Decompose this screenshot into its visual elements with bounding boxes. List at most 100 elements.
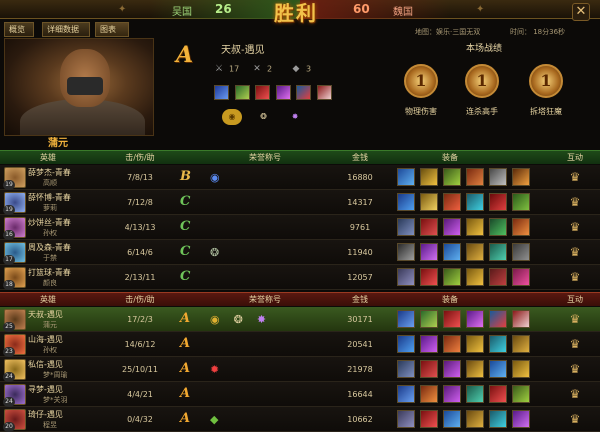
player-kda: 2/13/11 (124, 273, 156, 282)
hero-name: 梦*周瑜 (43, 371, 68, 379)
tab-chart[interactable]: 图表 (95, 22, 129, 37)
item-icon[interactable] (489, 335, 507, 353)
item-icon[interactable] (489, 243, 507, 261)
like-icon[interactable]: ♛ (567, 220, 583, 235)
player-row[interactable]: 24 寻梦-遇见 梦*关羽 4/4/21 A 16644 ♛ (0, 382, 600, 407)
item-icon[interactable] (397, 268, 415, 286)
like-icon[interactable]: ♛ (567, 312, 583, 327)
item-icon[interactable] (234, 85, 250, 100)
item-icon[interactable] (466, 310, 484, 328)
like-icon[interactable]: ♛ (567, 170, 583, 185)
equipment-slots (397, 360, 535, 378)
player-row[interactable]: 25 天叔-遇见 蒲元 17/2/3 A ◉ ❂ ✸ 30171 ♛ (0, 307, 600, 332)
item-icon[interactable] (512, 268, 530, 286)
player-row[interactable]: 17 周及森-青春 于禁 6/14/6 C ❂ 11940 ♛ (0, 240, 600, 265)
item-icon[interactable] (443, 385, 461, 403)
item-icon[interactable] (443, 168, 461, 186)
item-icon[interactable] (420, 193, 438, 211)
item-icon[interactable] (512, 360, 530, 378)
item-icon[interactable] (420, 310, 438, 328)
item-icon[interactable] (316, 85, 332, 100)
item-icon[interactable] (466, 218, 484, 236)
player-row[interactable]: 24 私信-遇见 梦*周瑜 25/10/11 A ✹ 21978 ♛ (0, 357, 600, 382)
item-icon[interactable] (397, 360, 415, 378)
like-icon[interactable]: ♛ (567, 245, 583, 260)
item-icon[interactable] (489, 310, 507, 328)
item-icon[interactable] (214, 85, 229, 100)
item-icon[interactable] (512, 310, 530, 328)
item-icon[interactable] (466, 243, 484, 261)
item-icon[interactable] (397, 168, 415, 186)
item-icon[interactable] (443, 360, 461, 378)
like-icon[interactable]: ♛ (567, 362, 583, 377)
honor-titles: ❂ (210, 246, 219, 259)
item-icon[interactable] (489, 360, 507, 378)
item-icon[interactable] (489, 218, 507, 236)
item-icon[interactable] (466, 193, 484, 211)
item-icon[interactable] (443, 310, 461, 328)
item-icon[interactable] (443, 335, 461, 353)
item-icon[interactable] (397, 335, 415, 353)
honor-label: 连杀高手 (466, 107, 498, 116)
item-icon[interactable] (512, 218, 530, 236)
item-icon[interactable] (466, 268, 484, 286)
player-row[interactable]: 18 打篮球-青春 颜良 2/13/11 C 12057 ♛ (0, 265, 600, 290)
item-icon[interactable] (420, 168, 438, 186)
hero-name: 梦*关羽 (43, 396, 68, 404)
item-icon[interactable] (443, 218, 461, 236)
honor-emblem-icon: 1 (465, 64, 499, 98)
item-icon[interactable] (420, 218, 438, 236)
like-icon[interactable]: ♛ (567, 337, 583, 352)
item-icon[interactable] (443, 193, 461, 211)
player-gold: 30171 (347, 315, 373, 324)
item-icon[interactable] (489, 193, 507, 211)
close-button[interactable]: ✕ (572, 3, 590, 21)
item-icon[interactable] (397, 410, 415, 428)
player-row[interactable]: 20 琦仔-遇见 程昱 0/4/32 A ◆ 10662 ♛ (0, 407, 600, 432)
item-icon[interactable] (420, 360, 438, 378)
like-icon[interactable]: ♛ (567, 195, 583, 210)
item-icon[interactable] (397, 218, 415, 236)
item-icon[interactable] (512, 193, 530, 211)
item-icon[interactable] (397, 243, 415, 261)
equipment-slots (397, 218, 535, 236)
item-icon[interactable] (512, 335, 530, 353)
item-icon[interactable] (466, 168, 484, 186)
item-icon[interactable] (466, 385, 484, 403)
item-icon[interactable] (275, 85, 291, 100)
item-icon[interactable] (420, 268, 438, 286)
item-icon[interactable] (255, 85, 271, 100)
item-icon[interactable] (397, 193, 415, 211)
like-icon[interactable]: ♛ (567, 387, 583, 402)
item-icon[interactable] (466, 335, 484, 353)
item-icon[interactable] (466, 410, 484, 428)
tab-detailed-data[interactable]: 详细数据 (42, 22, 90, 37)
item-icon[interactable] (512, 385, 530, 403)
item-icon[interactable] (443, 410, 461, 428)
like-icon[interactable]: ♛ (567, 270, 583, 285)
player-row[interactable]: 16 炒饼丝-青春 孙权 4/13/13 C 9761 ♛ (0, 215, 600, 240)
player-row[interactable]: 19 薛梦杰-青春 高顺 7/8/13 B ◉ 16880 ♛ (0, 165, 600, 190)
like-icon[interactable]: ♛ (567, 412, 583, 427)
item-icon[interactable] (489, 268, 507, 286)
col-title: 荣誉称号 (249, 295, 281, 304)
item-icon[interactable] (489, 168, 507, 186)
item-icon[interactable] (512, 410, 530, 428)
item-icon[interactable] (420, 243, 438, 261)
item-icon[interactable] (512, 243, 530, 261)
item-icon[interactable] (420, 385, 438, 403)
item-icon[interactable] (466, 360, 484, 378)
item-icon[interactable] (489, 385, 507, 403)
item-icon[interactable] (443, 243, 461, 261)
player-row[interactable]: 23 山海-遇见 孙权 14/6/12 A 20541 ♛ (0, 332, 600, 357)
item-icon[interactable] (420, 410, 438, 428)
item-icon[interactable] (443, 268, 461, 286)
player-row[interactable]: 19 薛怀博-青春 萝莉 7/12/8 C 14317 ♛ (0, 190, 600, 215)
item-icon[interactable] (397, 385, 415, 403)
item-icon[interactable] (512, 168, 530, 186)
item-icon[interactable] (489, 410, 507, 428)
item-icon[interactable] (296, 85, 312, 100)
tab-overview[interactable]: 概览 (4, 22, 34, 37)
item-icon[interactable] (397, 310, 415, 328)
item-icon[interactable] (420, 335, 438, 353)
